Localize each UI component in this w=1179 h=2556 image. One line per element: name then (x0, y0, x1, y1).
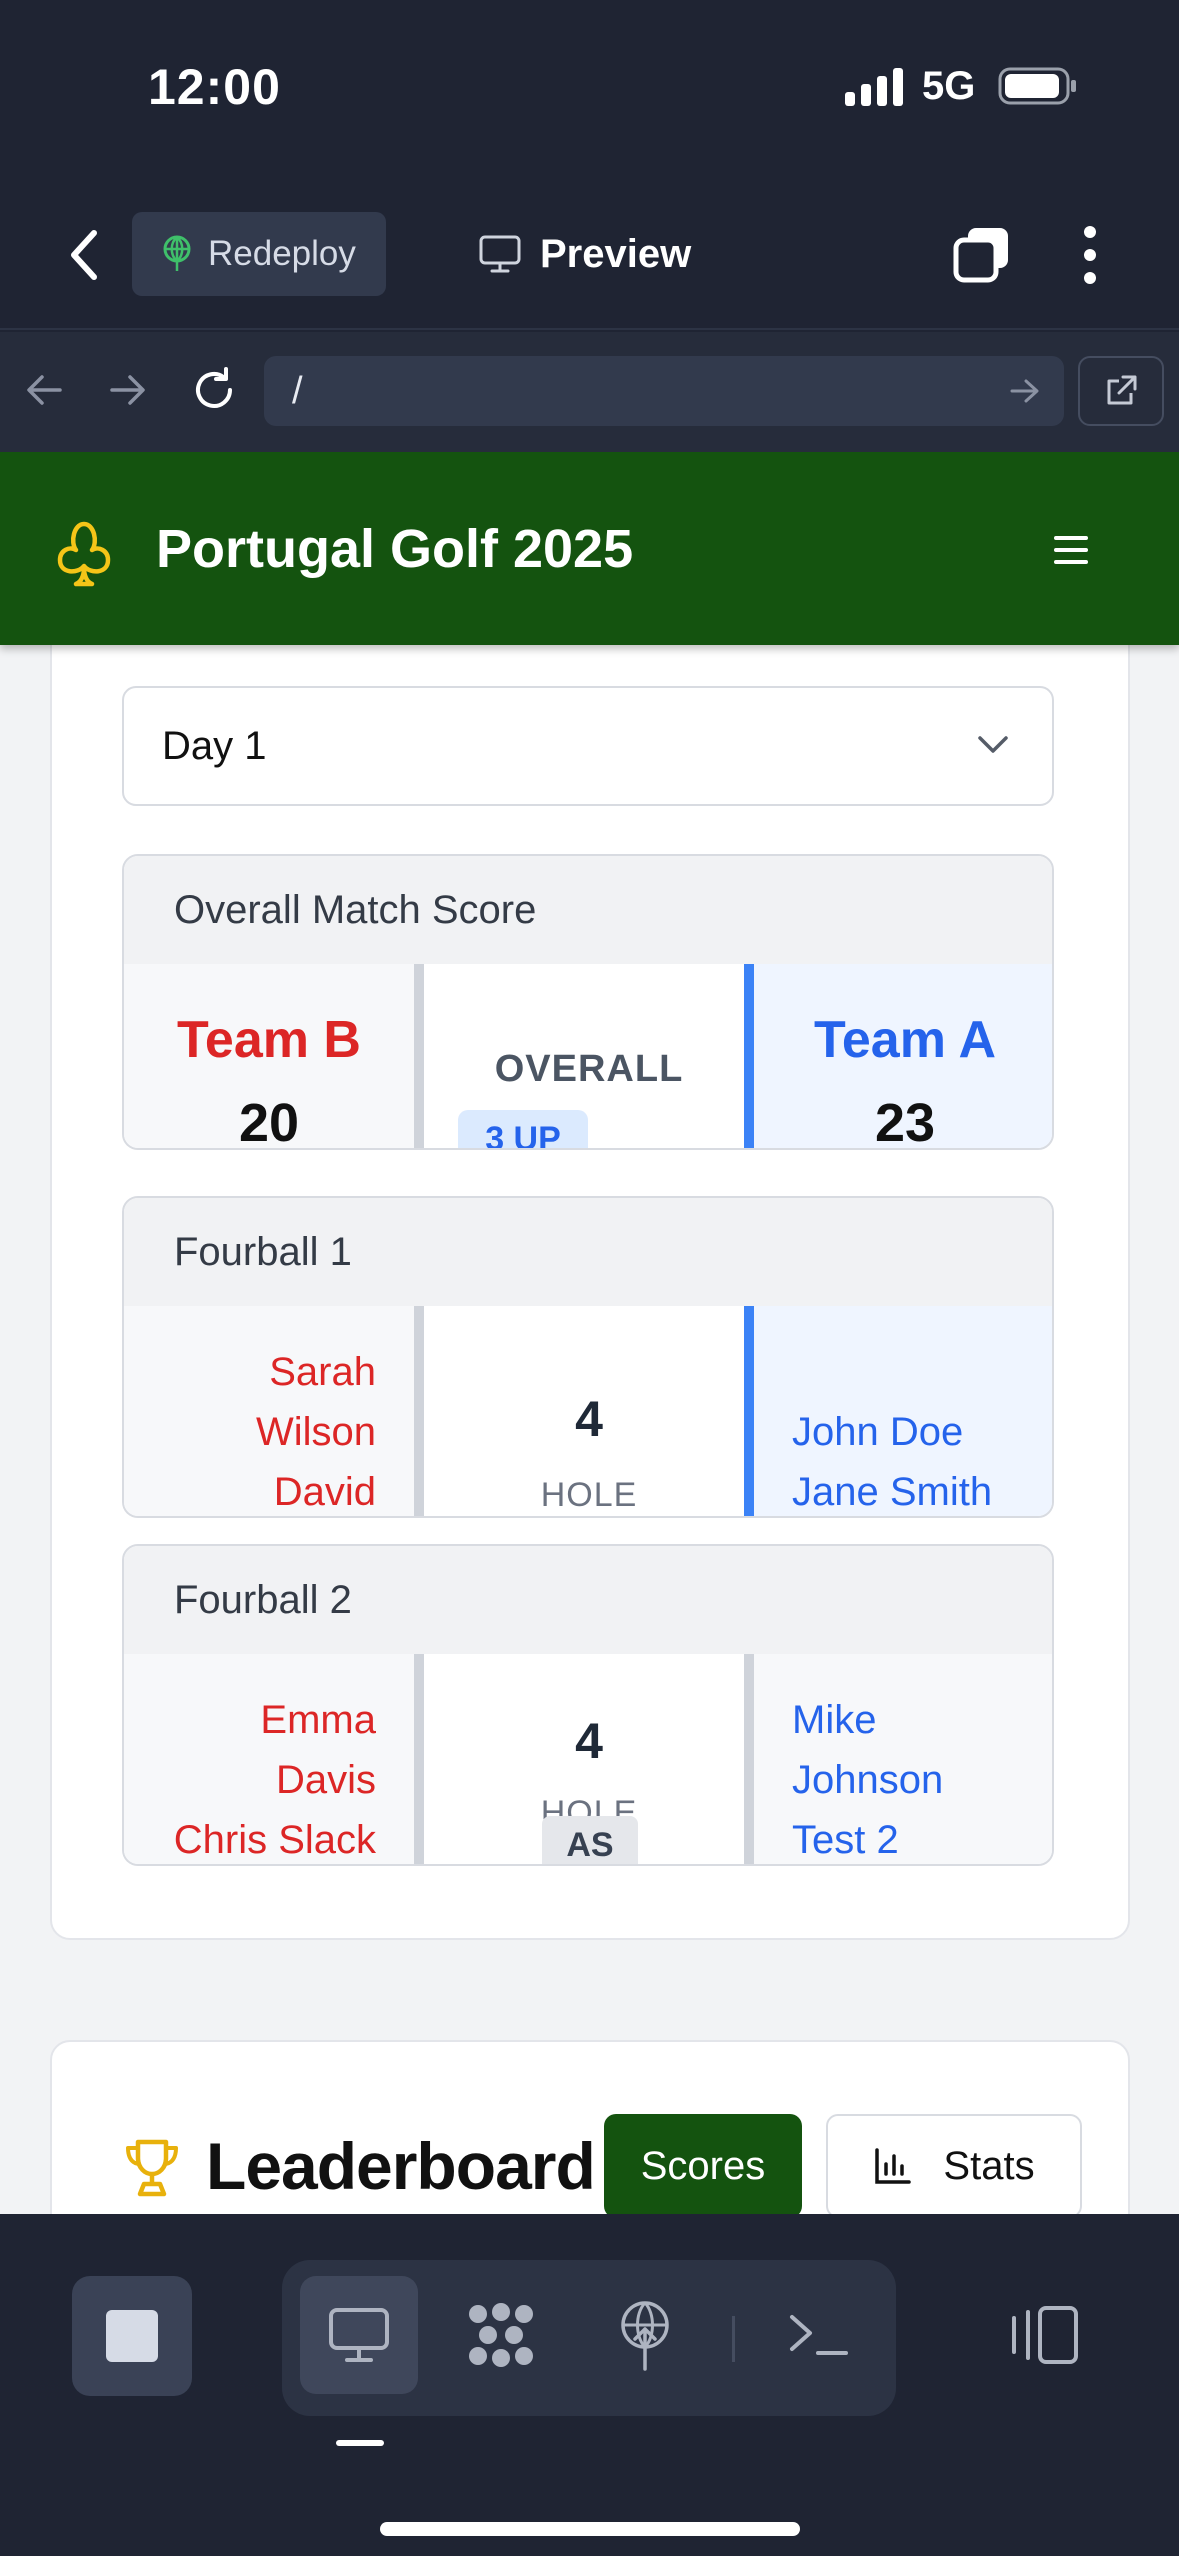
monitor-icon (479, 235, 521, 273)
redeploy-label: Redeploy (208, 234, 356, 273)
reload-icon[interactable] (190, 366, 238, 414)
right-team-name: Team A (813, 1011, 997, 1069)
deploy-view-button[interactable] (586, 2276, 704, 2394)
split-layout-icon[interactable] (1008, 2304, 1080, 2366)
stats-button[interactable]: Stats (826, 2114, 1082, 2214)
match-status-badge: 3 UP (458, 1110, 588, 1148)
apps-grid-icon (469, 2303, 533, 2367)
apps-view-button[interactable] (442, 2276, 560, 2394)
battery-icon (998, 67, 1076, 105)
bottom-toolbar (0, 2214, 1179, 2556)
home-indicator (380, 2522, 800, 2536)
shell-view-button[interactable] (760, 2276, 878, 2394)
editor-toolbar: Redeploy Preview (0, 180, 1179, 330)
back-button[interactable] (56, 222, 112, 288)
fourball-1-right-players: John Doe Jane Smith (792, 1402, 993, 1516)
chevron-left-icon (71, 230, 97, 280)
network-type: 5G (922, 64, 976, 108)
fourball-1-header: Fourball 1 (124, 1198, 1052, 1306)
trophy-icon (126, 2139, 178, 2197)
preview-label: Preview (540, 231, 692, 276)
bar-chart-icon (875, 2148, 912, 2184)
fourball-2-left-players: Emma Davis Chris Slack (173, 1690, 376, 1864)
open-external-button[interactable] (1078, 356, 1164, 426)
tabs-icon[interactable] (952, 224, 1012, 284)
redeploy-button[interactable]: Redeploy (132, 212, 386, 296)
go-arrow-icon[interactable] (1010, 378, 1040, 404)
fourball-1-center: 4 HOLE (434, 1306, 744, 1516)
deploy-globe-icon (621, 2301, 669, 2371)
overall-right-team: Team A 23 (744, 964, 1052, 1150)
player-name: David (273, 1470, 376, 1514)
hole-number: 4 (575, 1391, 603, 1447)
player-name: John Doe (792, 1410, 964, 1454)
player-name: Chris Slack (173, 1818, 376, 1862)
right-team-score: 23 (874, 1093, 936, 1150)
chevron-down-icon (978, 736, 1008, 753)
active-tab-indicator (336, 2440, 384, 2446)
preview-page: Portugal Golf 2025 Day 1 Overall Match S… (0, 452, 1179, 2214)
app-title: Portugal Golf 2025 (156, 519, 634, 579)
day-select[interactable]: Day 1 (122, 686, 1054, 806)
arrow-right-icon[interactable] (108, 372, 148, 408)
fourball-2-right: Mike Johnson Test 2 (744, 1654, 1052, 1864)
arrow-left-icon[interactable] (24, 372, 64, 408)
stats-label: Stats (943, 2143, 1035, 2188)
fourball-2-header: Fourball 2 (124, 1546, 1052, 1654)
view-switcher (282, 2260, 896, 2416)
player-name: Sarah (269, 1350, 376, 1394)
player-name: Davis (275, 1758, 376, 1802)
overall-left-team: Team B 20 (124, 964, 424, 1150)
player-name: Test 2 (792, 1818, 899, 1862)
external-link-icon (1107, 375, 1137, 405)
more-options-icon[interactable] (1080, 224, 1100, 286)
menu-icon[interactable] (1050, 530, 1092, 570)
hole-label: HOLE (540, 1476, 638, 1514)
status-time: 12:00 (148, 59, 281, 115)
fourball-1-left-players: Sarah Wilson David (255, 1342, 376, 1516)
preview-tab[interactable]: Preview (478, 212, 691, 296)
overall-center: OVERALL 3 UP (434, 964, 744, 1148)
left-team-score: 20 (238, 1093, 300, 1150)
terminal-icon (790, 2315, 848, 2355)
fourball-1-right: John Doe Jane Smith (744, 1306, 1052, 1516)
leaderboard-title: Leaderboard (206, 2129, 596, 2203)
stop-icon (106, 2310, 158, 2362)
overall-score-box: Overall Match Score Team B 20 OVERALL 3 … (122, 854, 1054, 1150)
day-select-value: Day 1 (162, 723, 267, 768)
stop-button[interactable] (72, 2276, 192, 2396)
player-name: Mike (792, 1698, 877, 1742)
deploy-globe-icon (163, 235, 191, 271)
fourball-2-right-players: Mike Johnson Test 2 (792, 1690, 944, 1864)
player-name: Emma (260, 1698, 376, 1742)
player-name: Jane Smith (792, 1470, 993, 1514)
golf-club-icon (57, 521, 111, 587)
monitor-icon (329, 2308, 389, 2362)
fourball-2-left: Emma Davis Chris Slack (124, 1654, 424, 1864)
signal-icon (845, 68, 903, 106)
overall-label: OVERALL (494, 1048, 684, 1090)
player-name: Wilson (255, 1410, 376, 1454)
overall-header: Overall Match Score (124, 856, 1052, 964)
status-bar: 12:00 5G (0, 0, 1179, 180)
fourball-1-box[interactable]: Fourball 1 Sarah Wilson David 4 HOLE Joh… (122, 1196, 1054, 1518)
fourball-1-left: Sarah Wilson David (124, 1306, 424, 1516)
scores-button[interactable]: Scores (604, 2114, 802, 2214)
toolbar-divider (732, 2316, 735, 2362)
match-status-badge: AS (542, 1816, 638, 1864)
left-team-name: Team B (177, 1011, 361, 1069)
hole-number: 4 (575, 1713, 603, 1769)
fourball-2-center: 4 HOLE AS (434, 1654, 744, 1864)
app-header: Portugal Golf 2025 (0, 452, 1179, 645)
url-bar: / (0, 332, 1179, 452)
fourball-2-box[interactable]: Fourball 2 Emma Davis Chris Slack 4 HOLE… (122, 1544, 1054, 1866)
player-name: Johnson (792, 1758, 944, 1802)
preview-view-button[interactable] (300, 2276, 418, 2394)
url-input[interactable]: / (264, 356, 1064, 426)
